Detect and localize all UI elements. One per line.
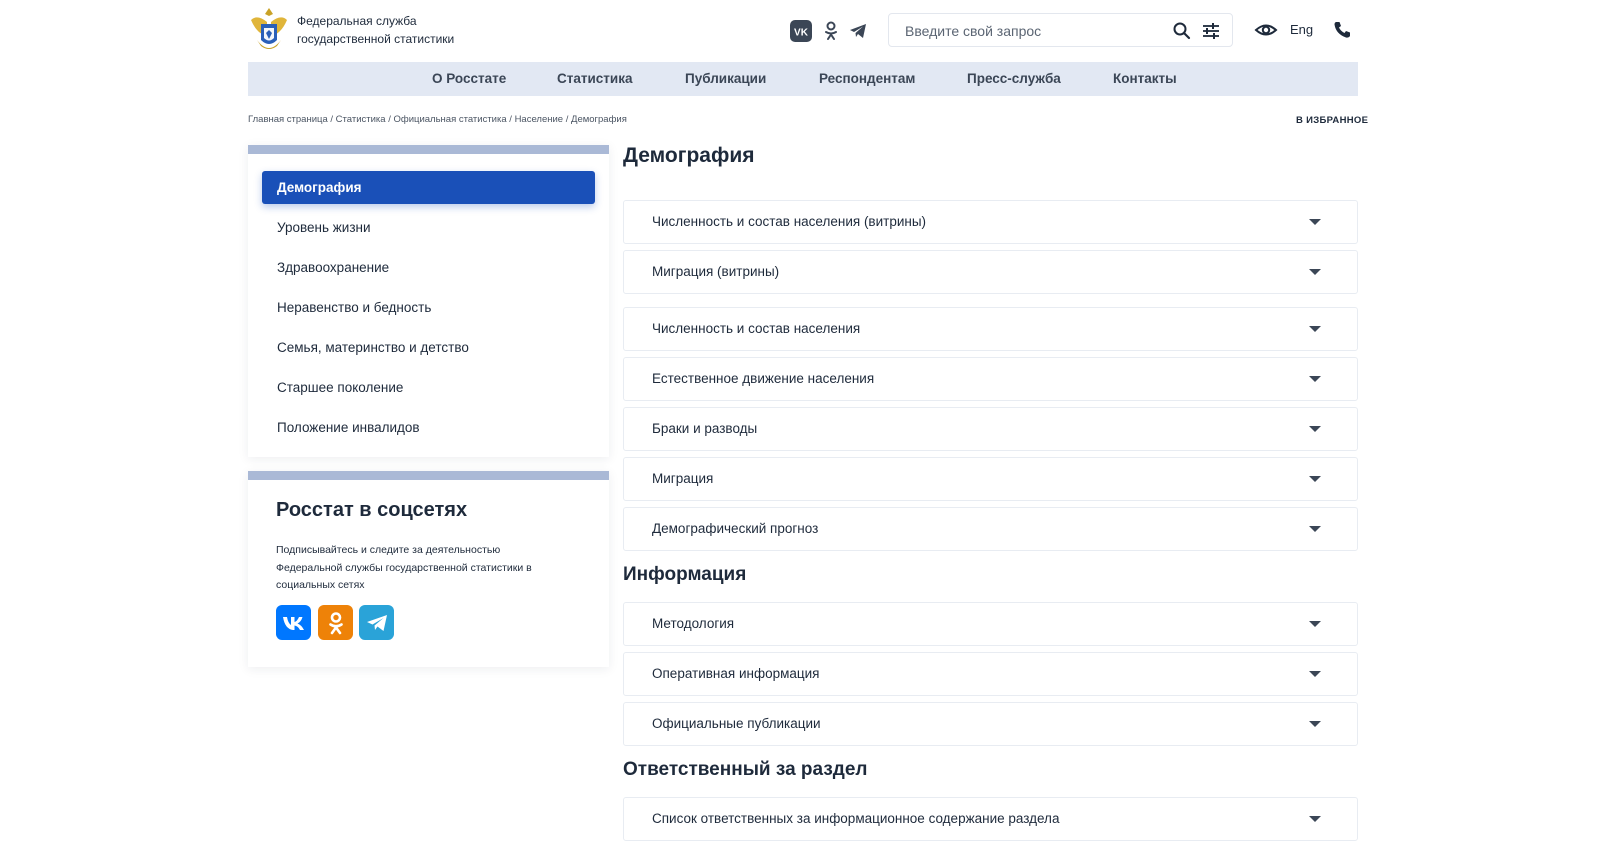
sidebar-item-demography[interactable]: Демография (262, 171, 595, 204)
filter-settings-icon[interactable] (1201, 21, 1221, 41)
telegram-icon (366, 614, 387, 631)
nav-item-contacts[interactable]: Контакты (1113, 62, 1177, 96)
org-name-line1: Федеральная служба (297, 14, 417, 28)
search-box (888, 13, 1233, 48)
chevron-down-icon (1309, 376, 1321, 382)
sidebar-menu-card: Демография Уровень жизни Здравоохранение… (248, 145, 609, 457)
section-title-information: Информация (623, 564, 747, 585)
accordion-migration-showcase[interactable]: Миграция (витрины) (623, 250, 1358, 294)
breadcrumb: Главная страница / Статистика / Официаль… (248, 114, 627, 125)
main-nav: О Росстате Статистика Публикации Респонд… (248, 62, 1358, 96)
vk-icon (282, 616, 304, 630)
accordion-label: Численность и состав населения (витрины) (652, 214, 927, 229)
accordion-label: Методология (652, 616, 735, 631)
accordion-marriages-divorces[interactable]: Браки и разводы (623, 407, 1358, 451)
breadcrumb-current: Демография (571, 114, 627, 125)
telegram-button[interactable] (359, 605, 394, 640)
sidebar-item-family-childhood[interactable]: Семья, материнство и детство (262, 331, 595, 364)
rosstat-emblem-logo[interactable] (247, 6, 291, 56)
accordion-population-showcase[interactable]: Численность и состав населения (витрины) (623, 200, 1358, 244)
accordion-label: Список ответственных за информационное с… (652, 811, 1060, 826)
language-switch[interactable]: Eng (1290, 22, 1313, 37)
social-card-title: Росстат в соцсетях (276, 499, 468, 521)
chevron-down-icon (1309, 426, 1321, 432)
org-name-line2: государственной статистики (297, 32, 455, 46)
accessibility-eye-icon[interactable] (1254, 20, 1278, 40)
accordion-demographic-forecast[interactable]: Демографический прогноз (623, 507, 1358, 551)
chevron-down-icon (1309, 326, 1321, 332)
org-name[interactable]: Федеральная служба государственной стати… (297, 12, 454, 48)
chevron-down-icon (1309, 721, 1321, 727)
accordion-label: Официальные публикации (652, 716, 821, 731)
breadcrumb-home[interactable]: Главная страница (248, 114, 328, 125)
accordion-label: Численность и состав населения (652, 321, 861, 336)
sidebar-item-older-generation[interactable]: Старшее поколение (262, 371, 595, 404)
accordion-label: Миграция (652, 471, 714, 486)
nav-item-press[interactable]: Пресс-служба (967, 62, 1061, 96)
phone-icon[interactable] (1332, 20, 1352, 40)
accordion-migration[interactable]: Миграция (623, 457, 1358, 501)
breadcrumb-official-statistics[interactable]: Официальная статистика (394, 114, 507, 125)
nav-item-about[interactable]: О Росстате (432, 62, 506, 96)
svg-text:VK: VK (794, 28, 809, 39)
chevron-down-icon (1309, 526, 1321, 532)
sidebar-item-inequality-poverty[interactable]: Неравенство и бедность (262, 291, 595, 324)
vk-icon[interactable]: VK (790, 20, 812, 42)
chevron-down-icon (1309, 671, 1321, 677)
chevron-down-icon (1309, 816, 1321, 822)
breadcrumb-population[interactable]: Население (515, 114, 564, 125)
ok-button[interactable] (318, 605, 353, 640)
chevron-down-icon (1309, 269, 1321, 275)
ok-icon[interactable] (823, 20, 839, 42)
accordion-official-publications[interactable]: Официальные публикации (623, 702, 1358, 746)
sidebar-item-disabled[interactable]: Положение инвалидов (262, 411, 595, 444)
sidebar-item-living-standards[interactable]: Уровень жизни (262, 211, 595, 244)
chevron-down-icon (1309, 476, 1321, 482)
nav-item-statistics[interactable]: Статистика (557, 62, 632, 96)
chevron-down-icon (1309, 621, 1321, 627)
accordion-label: Браки и разводы (652, 421, 758, 436)
accordion-natural-movement[interactable]: Естественное движение населения (623, 357, 1358, 401)
card-top-bar (248, 471, 609, 480)
nav-item-publications[interactable]: Публикации (685, 62, 766, 96)
social-card-description: Подписывайтесь и следите за деятельность… (276, 544, 532, 591)
telegram-icon[interactable] (848, 20, 868, 42)
accordion-responsible-list[interactable]: Список ответственных за информационное с… (623, 797, 1358, 841)
accordion-label: Демографический прогноз (652, 521, 819, 536)
search-input[interactable] (903, 14, 1167, 48)
nav-item-respondents[interactable]: Респондентам (819, 62, 915, 96)
accordion-label: Миграция (витрины) (652, 264, 780, 279)
accordion-methodology[interactable]: Методология (623, 602, 1358, 646)
vk-button[interactable] (276, 605, 311, 640)
accordion-label: Оперативная информация (652, 666, 820, 681)
social-card: Росстат в соцсетях Подписывайтесь и след… (248, 471, 609, 667)
section-title-responsible: Ответственный за раздел (623, 759, 868, 780)
accordion-operational-info[interactable]: Оперативная информация (623, 652, 1358, 696)
sidebar-item-healthcare[interactable]: Здравоохранение (262, 251, 595, 284)
header: Федеральная служба государственной стати… (0, 0, 1600, 62)
card-top-bar (248, 145, 609, 154)
chevron-down-icon (1309, 219, 1321, 225)
sidebar-menu: Демография Уровень жизни Здравоохранение… (262, 171, 595, 451)
search-icon[interactable] (1172, 21, 1192, 41)
add-to-favorites-link[interactable]: В ИЗБРАННОЕ (1296, 115, 1368, 126)
accordion-population[interactable]: Численность и состав населения (623, 307, 1358, 351)
ok-icon (328, 611, 343, 634)
page-title: Демография (623, 144, 755, 167)
accordion-label: Естественное движение населения (652, 371, 875, 386)
breadcrumb-statistics[interactable]: Статистика (336, 114, 386, 125)
